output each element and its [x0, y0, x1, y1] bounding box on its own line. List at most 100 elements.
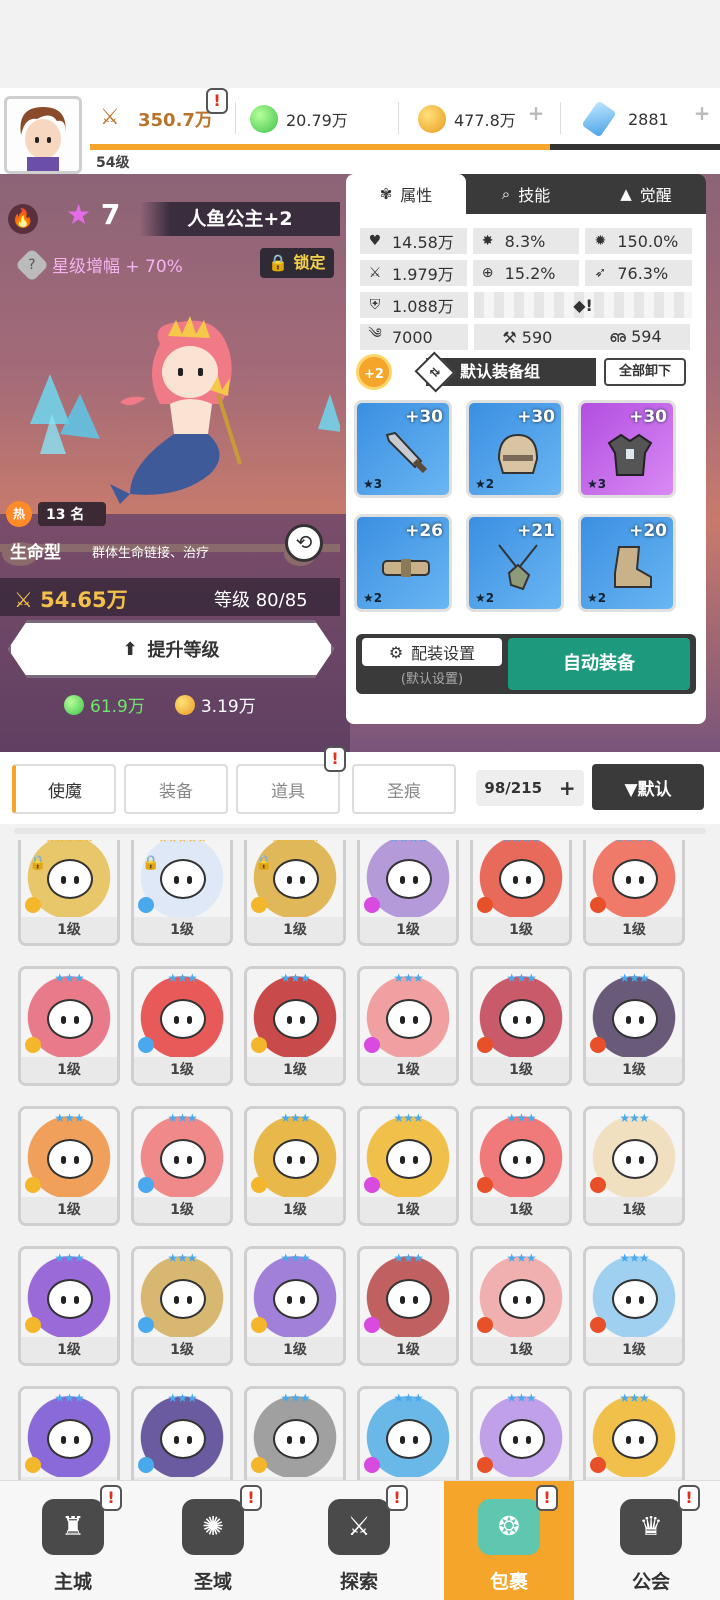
familiar-level: 1级 — [21, 1057, 117, 1083]
familiar-card[interactable]: ★★★1级 — [470, 1246, 572, 1366]
alert-icon: ! — [324, 746, 346, 772]
star-rating: ★★★★ — [360, 840, 456, 845]
familiar-card[interactable]: ★★★1级 — [470, 1386, 572, 1480]
necklace-icon — [498, 544, 538, 591]
equipment-settings-bar: ⚙ 配装设置 (默认设置) 自动装备 — [356, 634, 696, 694]
familiar-face — [160, 1279, 206, 1319]
gear-slot-weapon[interactable]: +30 ★3 — [354, 400, 452, 498]
familiar-level: 1级 — [247, 1057, 343, 1083]
familiar-card[interactable]: ★★★1级 — [244, 1386, 346, 1480]
stat-hp: ♥ 14.58万 — [360, 228, 467, 254]
add-crystal-button[interactable]: + — [686, 98, 718, 128]
stat-attack: ⚔ 1.979万 — [360, 260, 467, 286]
familiar-card[interactable]: ★★★1级 — [18, 1386, 120, 1480]
popularity-rank: 热 13 名 — [6, 500, 107, 528]
familiar-card[interactable]: ★★★★ 1级 — [470, 840, 572, 946]
familiar-level: 1级 — [134, 1337, 230, 1363]
tab-awaken[interactable]: ▲ 觉醒 — [586, 174, 706, 214]
familiar-card[interactable]: ★★★1级 — [131, 966, 233, 1086]
awaken-icon: ▲ — [620, 185, 632, 203]
gear-slot-helmet[interactable]: +30 ★2 — [466, 400, 564, 498]
boots-icon — [614, 546, 652, 588]
familiar-card[interactable]: ★★★1级 — [244, 1246, 346, 1366]
equipment-set-name[interactable]: ⇄ 默认装备组 — [414, 351, 596, 393]
green-gem-icon — [64, 694, 84, 715]
auto-equip-button[interactable]: 自动装备 — [508, 638, 690, 690]
more-stats-toggle[interactable]: ◆! — [474, 292, 692, 318]
familiar-card[interactable]: ★★★1级 — [357, 966, 459, 1086]
gear-slot-necklace[interactable]: +21 ★2 — [466, 514, 564, 612]
arcane-icon — [364, 1177, 380, 1193]
familiar-card[interactable]: ★★★1级 — [583, 1106, 685, 1226]
hero-name: 人鱼公主+2 — [140, 202, 340, 236]
dodge-icon: ➶ — [594, 265, 607, 281]
gold-wing-icon — [25, 1037, 41, 1053]
familiar-card[interactable]: ★★★1级 — [583, 1246, 685, 1366]
familiar-level: 1级 — [586, 1337, 682, 1363]
familiar-card[interactable]: ★★★1级 — [357, 1386, 459, 1480]
alert-icon[interactable]: ! — [206, 88, 228, 114]
familiar-card[interactable]: ★★★★ 1级 — [583, 840, 685, 946]
nav-explore[interactable]: ⚔ ! 探索 — [294, 1481, 424, 1600]
help-icon[interactable]: ? — [15, 247, 49, 282]
stat-defense: ⛨ 1.088万 — [360, 292, 468, 318]
tab-items[interactable]: 道具 — [236, 764, 340, 814]
familiar-face — [160, 1419, 206, 1459]
familiar-card[interactable]: ★★★★ 1级 — [357, 840, 459, 946]
inventory-filter-bar: 使魔 装备 道具 ! 圣痕 98/215 + ▼默认 — [0, 746, 720, 824]
nav-sanctuary[interactable]: ✺ ! 圣域 — [148, 1481, 278, 1600]
familiar-card[interactable]: ★★★★★ 🔒 1级 — [131, 840, 233, 946]
familiar-card[interactable]: ★★★1级 — [244, 966, 346, 1086]
gold-wing-icon — [251, 1317, 267, 1333]
expand-capacity-icon[interactable]: + — [559, 776, 576, 800]
add-gold-button[interactable]: + — [520, 98, 552, 128]
star-rating: ★★★★ — [473, 840, 569, 845]
switch-view-icon[interactable]: ⟲ — [285, 524, 323, 562]
familiar-card[interactable]: ★★★★★ 🔒 1级 — [18, 840, 120, 946]
familiar-card[interactable]: ★★★1级 — [470, 1106, 572, 1226]
alert-icon: ! — [678, 1485, 700, 1511]
gear-slot-armor[interactable]: +30 ★3 — [578, 400, 676, 498]
fire-icon — [590, 1317, 606, 1333]
nav-main-city[interactable]: ♜ ! 主城 — [8, 1481, 138, 1600]
familiar-card[interactable]: ★★★1级 — [470, 966, 572, 1086]
familiar-card[interactable]: ★★★1级 — [131, 1246, 233, 1366]
familiar-card[interactable]: ★★★1级 — [131, 1106, 233, 1226]
player-avatar[interactable] — [4, 96, 82, 174]
sort-dropdown[interactable]: ▼默认 — [592, 764, 704, 810]
nav-inventory[interactable]: ❂ ! 包裹 — [444, 1481, 574, 1600]
lock-button[interactable]: 🔒 锁定 — [260, 248, 334, 278]
tab-stigmata[interactable]: 圣痕 — [352, 764, 456, 814]
familiar-card[interactable]: ★★★1级 — [583, 1386, 685, 1480]
loadout-settings-button[interactable]: ⚙ 配装设置 — [362, 638, 502, 666]
familiar-card[interactable]: ★★★1级 — [244, 1106, 346, 1226]
level-up-button[interactable]: ⬆ 提升等级 — [8, 620, 334, 678]
familiar-card[interactable]: ★★★1级 — [357, 1246, 459, 1366]
star-rating: ★★★ — [393, 1391, 423, 1405]
combat-power: ⚔ 350.7万 — [100, 105, 213, 131]
alert-icon: ! — [386, 1485, 408, 1511]
tab-equipment[interactable]: 装备 — [124, 764, 228, 814]
inventory-count[interactable]: 98/215 + — [476, 770, 584, 806]
nav-guild[interactable]: ♛ ! 公会 — [586, 1481, 716, 1600]
stat-resistance-1: ⚒ 590 — [502, 327, 553, 347]
familiar-level: 1级 — [360, 1057, 456, 1083]
familiar-card[interactable]: ★★★★★ 🔒 1级 — [244, 840, 346, 946]
padlock-icon: 🔒 — [142, 855, 160, 871]
gear-slot-belt[interactable]: +26 ★2 — [354, 514, 452, 612]
tab-attributes[interactable]: ✾ 属性 — [346, 174, 466, 214]
familiar-card[interactable]: ★★★1级 — [18, 1106, 120, 1226]
gear-slot-boots[interactable]: +20 ★2 — [578, 514, 676, 612]
familiar-card[interactable]: ★★★1级 — [18, 966, 120, 1086]
level-up-cost: 61.9万 3.19万 — [64, 692, 286, 717]
familiar-card[interactable]: ★★★1级 — [583, 966, 685, 1086]
familiar-card[interactable]: ★★★1级 — [357, 1106, 459, 1226]
familiar-level: 1级 — [247, 1197, 343, 1223]
tab-familiars[interactable]: 使魔 — [12, 764, 116, 814]
unequip-all-button[interactable]: 全部卸下 — [604, 358, 686, 386]
star-rating: ★★★★★ — [247, 840, 343, 845]
tab-skills[interactable]: ⌕ 技能 — [466, 174, 586, 214]
familiar-card[interactable]: ★★★1级 — [131, 1386, 233, 1480]
star-boost[interactable]: ? 星级增幅 + 70% — [15, 247, 183, 282]
familiar-card[interactable]: ★★★1级 — [18, 1246, 120, 1366]
